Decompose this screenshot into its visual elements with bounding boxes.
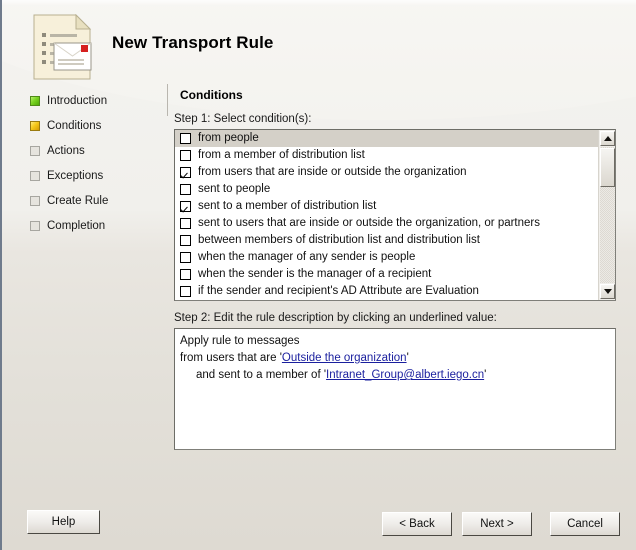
step-status-icon-introduction: [30, 96, 40, 106]
wizard-header: New Transport Rule: [2, 0, 636, 86]
condition-row[interactable]: when the sender is the manager of a reci…: [175, 266, 598, 283]
step-status-icon-completion: [30, 221, 40, 231]
condition-row[interactable]: between members of distribution list and…: [175, 232, 598, 249]
sidebar-item-create-rule[interactable]: Create Rule: [30, 193, 108, 209]
sidebar-item-exceptions[interactable]: Exceptions: [30, 168, 103, 184]
sidebar-item-completion[interactable]: Completion: [30, 218, 105, 234]
scrollbar-thumb[interactable]: [600, 148, 615, 187]
condition-label: sent to users that are inside or outside…: [198, 217, 541, 229]
next-button[interactable]: Next >: [462, 512, 532, 536]
condition-row[interactable]: from users that are inside or outside th…: [175, 164, 598, 181]
step-status-icon-exceptions: [30, 171, 40, 181]
transport-rule-document-icon: [33, 13, 95, 80]
condition-checkbox[interactable]: [180, 133, 191, 144]
condition-checkbox[interactable]: [180, 286, 191, 297]
description-link-recipient[interactable]: Intranet_Group@albert.iego.cn: [326, 369, 484, 381]
sidebar-item-actions[interactable]: Actions: [30, 143, 85, 159]
description-line-3: and sent to a member of 'Intranet_Group@…: [180, 367, 610, 384]
chevron-down-icon: [604, 289, 612, 294]
condition-checkbox[interactable]: [180, 167, 191, 178]
condition-checkbox[interactable]: [180, 184, 191, 195]
condition-label: from users that are inside or outside th…: [198, 166, 467, 178]
new-transport-rule-wizard: New Transport Rule Introduction Conditio…: [0, 0, 636, 550]
description-line-1: Apply rule to messages: [180, 335, 300, 347]
condition-checkbox[interactable]: [180, 269, 191, 280]
scroll-down-button[interactable]: [600, 284, 615, 299]
step-status-icon-actions: [30, 146, 40, 156]
step-status-icon-create-rule: [30, 196, 40, 206]
page-title: New Transport Rule: [112, 33, 274, 52]
conditions-listbox[interactable]: from people from a member of distributio…: [174, 129, 616, 301]
back-button[interactable]: < Back: [382, 512, 452, 536]
condition-checkbox[interactable]: [180, 252, 191, 263]
sidebar-item-label: Exceptions: [47, 170, 104, 182]
condition-row[interactable]: when the manager of any sender is people: [175, 249, 598, 266]
condition-label: if the sender and recipient's AD Attribu…: [198, 285, 479, 297]
sidebar-item-introduction[interactable]: Introduction: [30, 93, 107, 109]
condition-label: from a member of distribution list: [198, 149, 365, 161]
section-title: Conditions: [180, 88, 243, 102]
condition-row[interactable]: from a member of distribution list: [175, 147, 598, 164]
condition-row[interactable]: if the sender and recipient's AD Attribu…: [175, 283, 598, 300]
condition-label: when the manager of any sender is people: [198, 251, 416, 263]
sidebar-item-conditions[interactable]: Conditions: [30, 118, 101, 134]
condition-row[interactable]: sent to a member of distribution list: [175, 198, 598, 215]
help-button[interactable]: Help: [27, 510, 100, 534]
step1-label: Step 1: Select condition(s):: [174, 113, 312, 125]
condition-checkbox[interactable]: [180, 150, 191, 161]
rule-description-box[interactable]: Apply rule to messages from users that a…: [174, 328, 616, 450]
condition-label: when the sender is the manager of a reci…: [198, 268, 432, 280]
condition-row[interactable]: sent to people: [175, 181, 598, 198]
description-link-scope[interactable]: Outside the organization: [282, 352, 407, 364]
condition-checkbox[interactable]: [180, 218, 191, 229]
scroll-up-button[interactable]: [600, 131, 615, 146]
condition-checkbox[interactable]: [180, 201, 191, 212]
step-status-icon-conditions: [30, 121, 40, 131]
cancel-button[interactable]: Cancel: [550, 512, 620, 536]
condition-row[interactable]: sent to users that are inside or outside…: [175, 215, 598, 232]
condition-label: between members of distribution list and…: [198, 234, 480, 246]
description-line-2-prefix: from users that are ': [180, 352, 282, 364]
condition-label: sent to a member of distribution list: [198, 200, 377, 212]
step2-label: Step 2: Edit the rule description by cli…: [174, 312, 497, 324]
sidebar-item-label: Introduction: [47, 95, 108, 107]
description-line-3-suffix: ': [484, 369, 487, 381]
conditions-scrollbar[interactable]: [598, 130, 615, 300]
condition-checkbox[interactable]: [180, 235, 191, 246]
sidebar-item-label: Create Rule: [47, 195, 109, 207]
condition-row[interactable]: from people: [175, 130, 598, 147]
description-line-3-prefix: and sent to a member of ': [196, 369, 327, 381]
conditions-list[interactable]: from people from a member of distributio…: [175, 130, 598, 300]
sidebar-item-label: Completion: [47, 220, 106, 232]
sidebar-item-label: Conditions: [47, 120, 102, 132]
condition-label: from people: [198, 132, 259, 144]
condition-label: sent to people: [198, 183, 271, 195]
wizard-steps-sidebar: Introduction Conditions Actions Exceptio…: [2, 86, 168, 486]
description-line-2-suffix: ': [406, 352, 409, 364]
sidebar-item-label: Actions: [47, 145, 85, 157]
chevron-up-icon: [604, 136, 612, 141]
description-line-2: from users that are 'Outside the organiz…: [180, 350, 610, 367]
